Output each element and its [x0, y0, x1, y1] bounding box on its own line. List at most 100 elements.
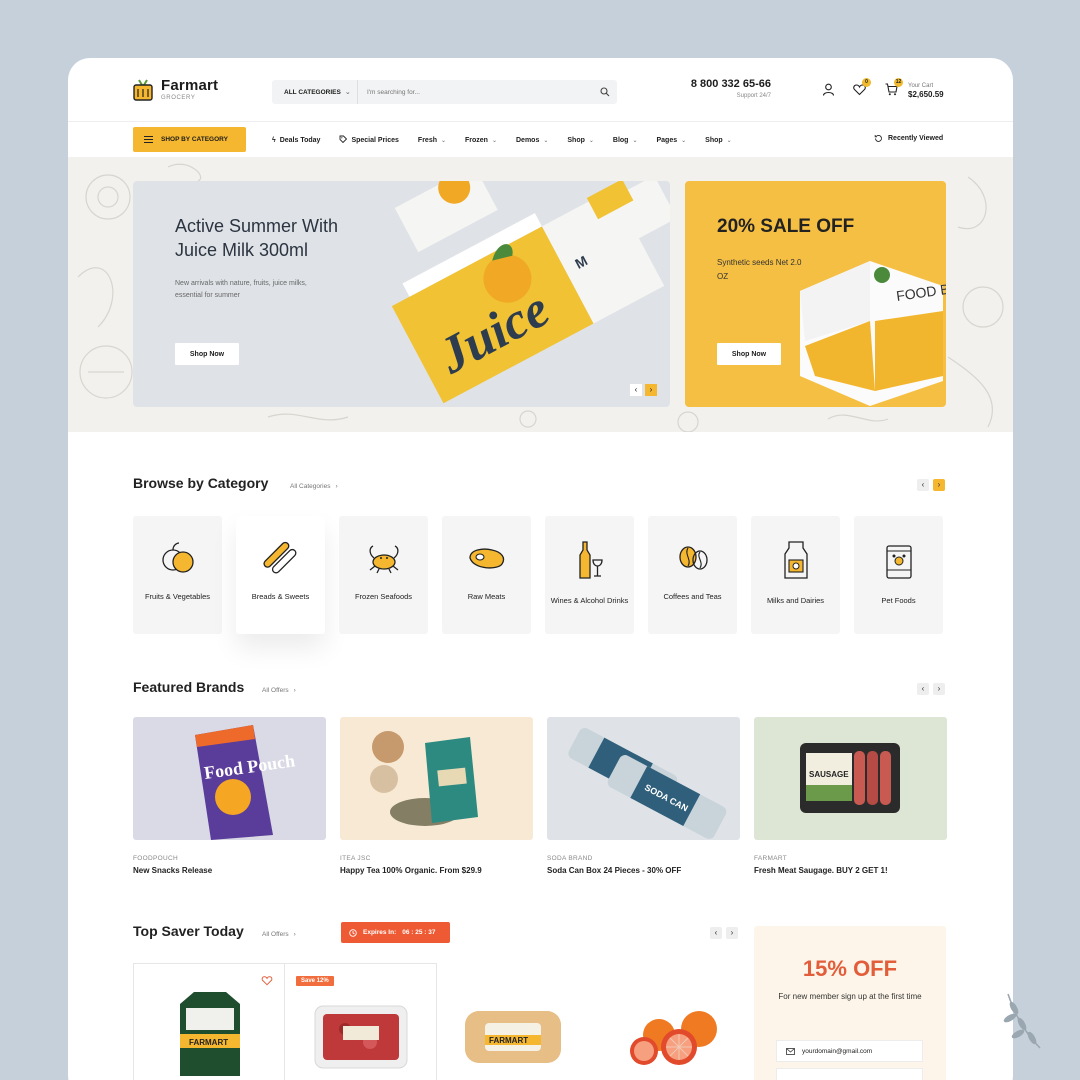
- nav-item-shop-2[interactable]: Shop ⌄: [705, 137, 732, 144]
- nav-label: Frozen: [465, 136, 488, 144]
- brand-card[interactable]: SODA CAN SODA BRAND Soda Can Box 24 Piec…: [547, 717, 740, 875]
- carousel-prev-icon[interactable]: ‹: [917, 479, 929, 491]
- nav-item-special-prices[interactable]: Special Prices: [339, 135, 399, 145]
- promo-title: 15% OFF: [802, 956, 898, 981]
- hero-banner-sale[interactable]: FOOD BOX Mockup 20% SALE OFF Synthetic s…: [685, 181, 946, 407]
- logo[interactable]: Farmart GROCERY: [133, 78, 218, 102]
- nav-label: Blog: [612, 136, 629, 144]
- nav-item-pages[interactable]: Pages ⌄: [657, 137, 687, 144]
- carousel-next-icon[interactable]: ›: [933, 683, 945, 695]
- category-card[interactable]: Breads & Sweets: [236, 516, 325, 634]
- search-category-select[interactable]: ALL CATEGORIES ⌄: [272, 80, 358, 104]
- main-nav: SHOP BY CATEGORY ϟ Deals Today Special P…: [68, 121, 1013, 157]
- brand-card[interactable]: ITEA JSC Happy Tea 100% Organic. From $2…: [340, 717, 533, 875]
- phone-support-label: Support 24/7: [736, 93, 771, 99]
- brand-card[interactable]: Food Pouch FOODPOUCH New Snacks Release: [133, 717, 326, 875]
- category-card[interactable]: Frozen Seafoods: [339, 516, 428, 634]
- carousel-prev-icon[interactable]: ‹: [710, 927, 722, 939]
- menu-icon: [144, 135, 153, 144]
- nav-item-shop[interactable]: Shop ⌄: [567, 137, 594, 144]
- all-categories-link[interactable]: All Categories ›: [290, 483, 338, 490]
- email-field[interactable]: [776, 1040, 923, 1062]
- chevron-down-icon: ⌄: [726, 137, 732, 144]
- slider-prev-icon[interactable]: ‹: [630, 384, 642, 396]
- support-phone[interactable]: 8 800 332 65-66 Support 24/7: [678, 78, 771, 99]
- chevron-down-icon: ⌄: [588, 137, 594, 144]
- all-offers-link[interactable]: All Offers ›: [262, 931, 296, 938]
- category-label: Wines & Alcohol Drinks: [550, 596, 629, 605]
- nav-item-demos[interactable]: Demos ⌄: [516, 137, 548, 144]
- cart-amount: $2,650.59: [908, 90, 944, 99]
- brand-list: Food Pouch FOODPOUCH New Snacks Release …: [133, 717, 947, 875]
- category-label: Frozen Seafoods: [354, 592, 413, 601]
- product-card[interactable]: Save 12%: [285, 963, 437, 1080]
- crab-icon: [368, 545, 399, 574]
- nav-item-frozen[interactable]: Frozen ⌄: [465, 137, 497, 144]
- all-offers-link[interactable]: All Offers ›: [262, 687, 296, 694]
- brand-name: FOODPOUCH: [133, 855, 178, 862]
- sale-description: Synthetic seeds Net 2.0 OZ: [717, 258, 802, 281]
- brand-name: ITEA JSC: [340, 855, 371, 862]
- secondary-field[interactable]: [776, 1068, 923, 1080]
- carousel-next-icon[interactable]: ›: [933, 479, 945, 491]
- history-icon: [874, 135, 882, 142]
- category-label: Raw Meats: [467, 592, 506, 601]
- nav-label: Deals Today: [279, 136, 321, 144]
- carousel-prev-icon[interactable]: ‹: [917, 683, 929, 695]
- hero-banner-main[interactable]: Juice MOCKUP Active Summer With Juice Mi…: [133, 181, 670, 407]
- category-card[interactable]: Pet Foods: [854, 516, 943, 634]
- clock-icon: [349, 928, 357, 937]
- search-bar: ALL CATEGORIES ⌄: [272, 80, 617, 104]
- milk-carton-icon: [783, 541, 808, 579]
- chevron-down-icon: ⌄: [543, 137, 549, 144]
- shop-now-button[interactable]: Shop Now: [175, 343, 239, 365]
- brand-offer: Soda Can Box 24 Pieces - 30% OFF: [547, 866, 682, 875]
- steak-icon: [468, 548, 504, 569]
- shop-by-category-button[interactable]: SHOP BY CATEGORY: [133, 127, 246, 152]
- sausage-label: SAUSAGE: [809, 770, 849, 779]
- wishlist-icon[interactable]: 0: [853, 78, 871, 101]
- email-input[interactable]: [802, 1047, 912, 1055]
- nav-label: Demos: [516, 136, 540, 144]
- search-input[interactable]: [358, 80, 593, 104]
- brand-offer: Happy Tea 100% Organic. From $29.9: [340, 866, 482, 875]
- carousel-next-icon[interactable]: ›: [726, 927, 738, 939]
- product-card[interactable]: FARMART: [133, 963, 285, 1080]
- lightning-icon: ϟ: [272, 136, 276, 144]
- chevron-right-icon: ›: [293, 931, 296, 938]
- nav-item-deals-today[interactable]: ϟ Deals Today: [272, 137, 320, 144]
- category-card[interactable]: Milks and Dairies: [751, 516, 840, 634]
- shop-now-button[interactable]: Shop Now: [717, 343, 781, 365]
- product-card[interactable]: [589, 963, 741, 1080]
- category-card[interactable]: Fruits & Vegetables: [133, 516, 222, 634]
- cart-icon[interactable]: 12: [885, 78, 903, 101]
- mail-icon: [786, 1047, 795, 1055]
- nav-item-blog[interactable]: Blog ⌄: [613, 137, 638, 144]
- product-image: FARMART: [465, 1011, 561, 1063]
- category-card[interactable]: Coffees and Teas: [648, 516, 737, 634]
- section-title: Top Saver Today: [133, 923, 244, 939]
- product-label-text: FARMART: [489, 1036, 528, 1045]
- shop-by-category-label: SHOP BY CATEGORY: [161, 136, 228, 143]
- wine-icon: [578, 541, 603, 579]
- heart-icon[interactable]: [261, 975, 273, 986]
- product-label-text: FARMART: [189, 1038, 228, 1047]
- chevron-down-icon: ⌄: [681, 137, 687, 144]
- promo-description: For new member sign up at the first time: [778, 992, 922, 1001]
- nav-item-fresh[interactable]: Fresh ⌄: [418, 137, 446, 144]
- category-card[interactable]: Wines & Alcohol Drinks: [545, 516, 634, 634]
- chevron-down-icon: ⌄: [344, 89, 351, 96]
- nav-menu: ϟ Deals Today Special Prices Fresh ⌄ Froz…: [272, 122, 732, 158]
- product-card[interactable]: FARMART: [437, 963, 589, 1080]
- cart-summary[interactable]: Your Cart $2,650.59: [908, 83, 944, 99]
- search-icon[interactable]: [593, 87, 617, 97]
- recently-viewed-link[interactable]: Recently Viewed: [874, 134, 943, 143]
- category-label: Pet Foods: [881, 596, 916, 605]
- link-label: All Offers: [262, 687, 289, 694]
- slider-next-icon[interactable]: ›: [645, 384, 657, 396]
- newsletter-promo: 15% OFF For new member sign up at the fi…: [754, 926, 946, 1080]
- link-label: All Offers: [262, 931, 289, 938]
- brand-card[interactable]: SAUSAGE FARMART Fresh Meat Saugage. BUY …: [754, 717, 947, 875]
- category-card[interactable]: Raw Meats: [442, 516, 531, 634]
- user-icon[interactable]: [822, 83, 835, 101]
